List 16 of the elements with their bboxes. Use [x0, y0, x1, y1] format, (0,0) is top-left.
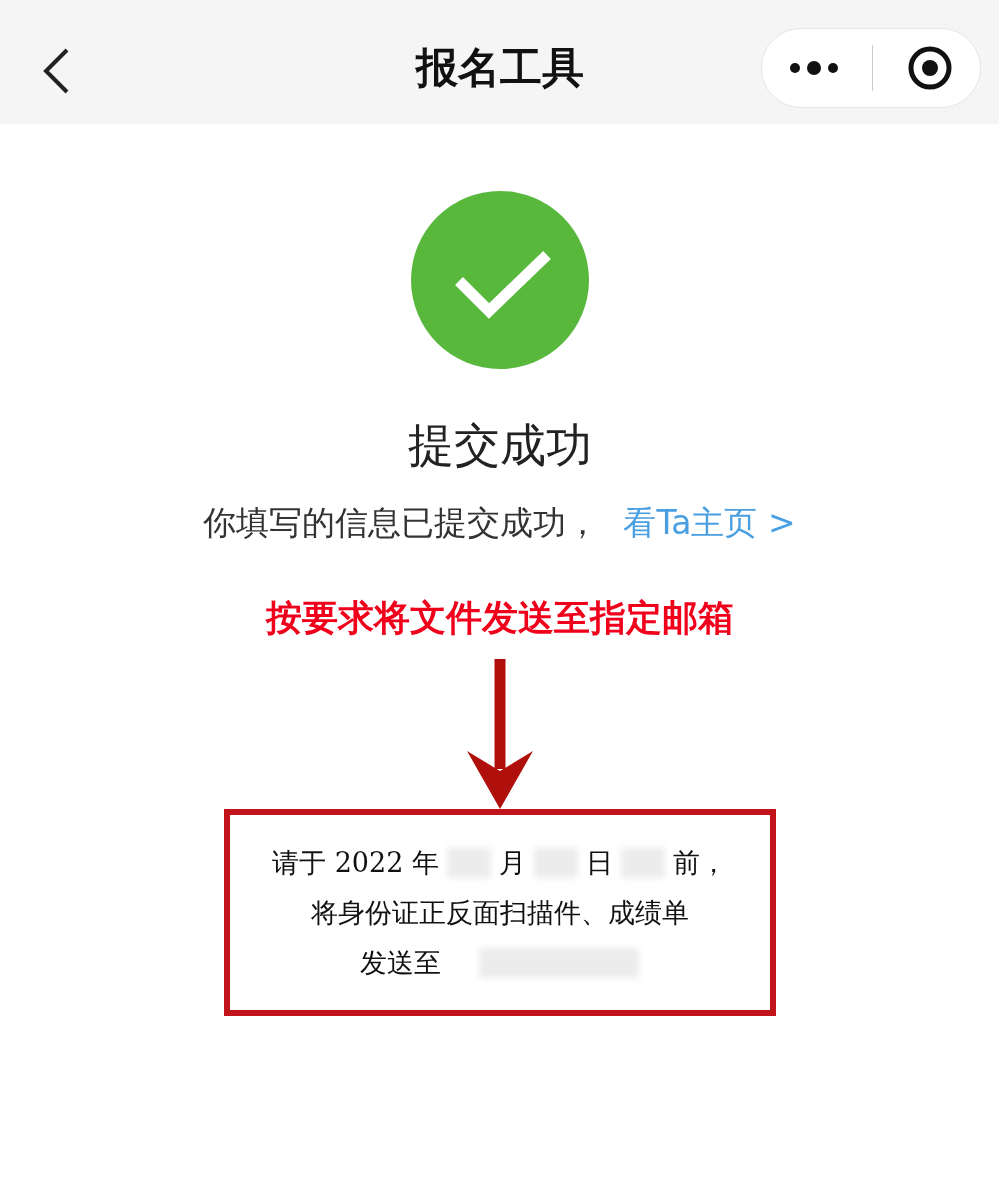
down-arrow-icon: [464, 659, 535, 809]
success-check-icon: [410, 191, 589, 369]
annotation-caption: 按要求将文件发送至指定邮箱: [265, 596, 734, 640]
profile-link[interactable]: 看Ta主页 >: [623, 501, 796, 546]
notice-text: 将身份证正反面扫描件、成绩单: [310, 895, 689, 930]
result-title: 提交成功: [407, 417, 592, 474]
more-icon[interactable]: [788, 60, 839, 76]
result-message: 你填写的信息已提交成功，: [203, 502, 600, 544]
close-icon[interactable]: [907, 45, 954, 91]
notice-text: 日: [585, 845, 613, 880]
notice-text: 前，: [672, 845, 727, 880]
notice-text: 请于 2022 年: [272, 845, 439, 880]
back-icon[interactable]: [42, 47, 70, 95]
notice-text: 发送至: [360, 945, 441, 980]
page-title: 报名工具: [415, 42, 584, 94]
notice-text: 月: [498, 845, 526, 880]
